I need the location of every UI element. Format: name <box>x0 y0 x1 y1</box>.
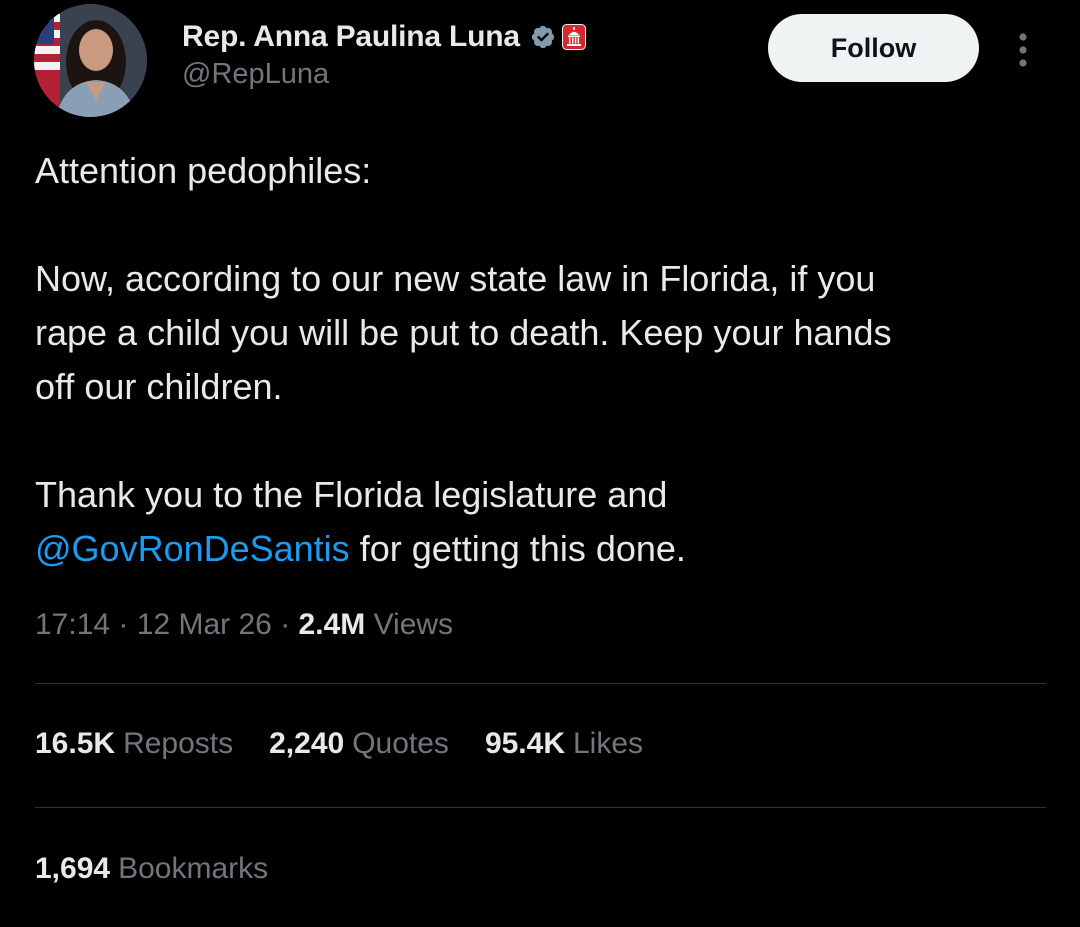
divider <box>35 683 1046 684</box>
author-display-name[interactable]: Rep. Anna Paulina Luna <box>182 20 520 54</box>
likes-count: 95.4K <box>484 727 565 760</box>
more-vertical-icon[interactable] <box>1012 30 1034 70</box>
bookmarks-label: Bookmarks <box>118 852 269 885</box>
bookmarks-count: 1,694 <box>35 852 111 885</box>
author-handle[interactable]: @RepLuna <box>182 58 329 91</box>
tweet-detail: Rep. Anna Paulina Luna @RepLuna Follow A… <box>0 0 1080 927</box>
reposts-count: 16.5K <box>35 727 116 760</box>
tweet-line: off our children. <box>35 366 283 407</box>
verified-badge-icon[interactable] <box>530 24 556 50</box>
tweet-line: rape a child you will be put to death. K… <box>35 312 892 353</box>
us-capitol-affiliate-icon[interactable] <box>561 24 586 50</box>
tweet-line: Thank you to the Florida legislature and <box>35 474 668 515</box>
tweet-line: Attention pedophiles: <box>35 150 372 191</box>
tweet-text: Attention pedophiles: Now, according to … <box>35 144 1045 576</box>
tweet-line-rest: for getting this done. <box>349 528 686 569</box>
tweet-time[interactable]: 17:14 <box>35 608 110 641</box>
views-count: 2.4M <box>298 608 366 641</box>
bookmarks-stat[interactable]: 1,694 Bookmarks <box>35 852 268 886</box>
tweet-meta: 17:14 · 12 Mar 26 · 2.4M Views <box>35 608 453 642</box>
tweet-line: @GovRonDeSantis for getting this done. <box>35 522 1045 576</box>
avatar-image <box>34 4 147 117</box>
views-label: Views <box>373 608 454 641</box>
reposts-label: Reposts <box>123 727 234 760</box>
avatar[interactable] <box>34 4 147 117</box>
meta-separator: · <box>280 608 291 641</box>
reposts-stat[interactable]: 16.5K Reposts <box>35 727 233 761</box>
engagement-stats: 16.5K Reposts 2,240 Quotes 95.4K Likes <box>35 727 679 761</box>
likes-label: Likes <box>573 727 644 760</box>
divider <box>35 807 1046 808</box>
meta-separator: · <box>118 608 129 641</box>
quotes-stat[interactable]: 2,240 Quotes <box>269 727 449 761</box>
author-name-row[interactable]: Rep. Anna Paulina Luna <box>182 18 586 56</box>
quotes-label: Quotes <box>352 727 449 760</box>
tweet-line: Now, according to our new state law in F… <box>35 258 876 299</box>
follow-button[interactable]: Follow <box>768 14 979 82</box>
mention-link[interactable]: @GovRonDeSantis <box>35 528 350 569</box>
likes-stat[interactable]: 95.4K Likes <box>485 727 643 761</box>
tweet-date[interactable]: 12 Mar 26 <box>137 608 272 641</box>
quotes-count: 2,240 <box>269 727 345 760</box>
